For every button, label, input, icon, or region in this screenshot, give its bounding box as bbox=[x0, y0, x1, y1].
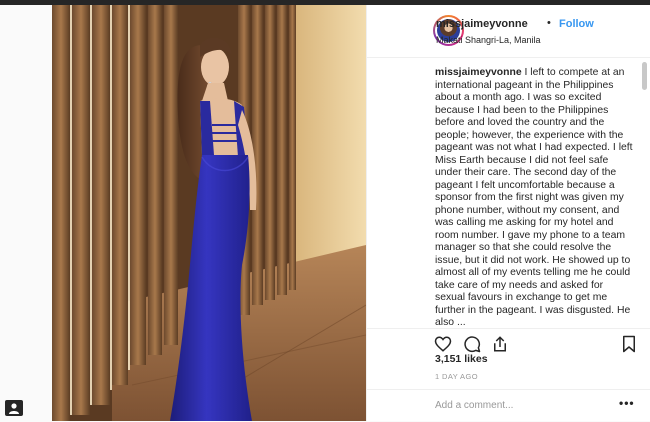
comment-input[interactable] bbox=[435, 400, 605, 411]
action-bar bbox=[367, 328, 650, 361]
caption-username[interactable]: missjaimeyvonne bbox=[435, 67, 522, 78]
caption: missjaimeyvonne I left to compete at an … bbox=[435, 67, 635, 328]
caption-text: I left to compete at an international pa… bbox=[435, 67, 633, 328]
caption-scrollbar[interactable] bbox=[642, 62, 647, 90]
post-header: missjaimeyvonne • Follow Makati Shangri-… bbox=[367, 5, 650, 58]
bookmark-icon[interactable] bbox=[621, 335, 637, 358]
post-photo[interactable] bbox=[52, 5, 366, 421]
location-link[interactable]: Makati Shangri-La, Manila bbox=[436, 35, 541, 45]
follow-button[interactable]: Follow bbox=[559, 18, 594, 30]
likes-count[interactable]: 3,151 likes bbox=[435, 353, 488, 365]
backdrop bbox=[0, 5, 52, 421]
more-options-icon[interactable]: ••• bbox=[619, 396, 635, 410]
username-link[interactable]: missjaimeyvonne bbox=[436, 18, 528, 30]
post-side-panel: missjaimeyvonne • Follow Makati Shangri-… bbox=[366, 5, 650, 421]
caption-scroll-area[interactable]: missjaimeyvonne I left to compete at an … bbox=[367, 58, 650, 328]
share-icon[interactable] bbox=[491, 335, 509, 358]
comment-row: ••• bbox=[367, 389, 650, 422]
user-tag-icon[interactable] bbox=[5, 400, 23, 416]
separator-dot: • bbox=[547, 17, 551, 29]
post-timestamp: 1 DAY AGO bbox=[435, 372, 478, 381]
